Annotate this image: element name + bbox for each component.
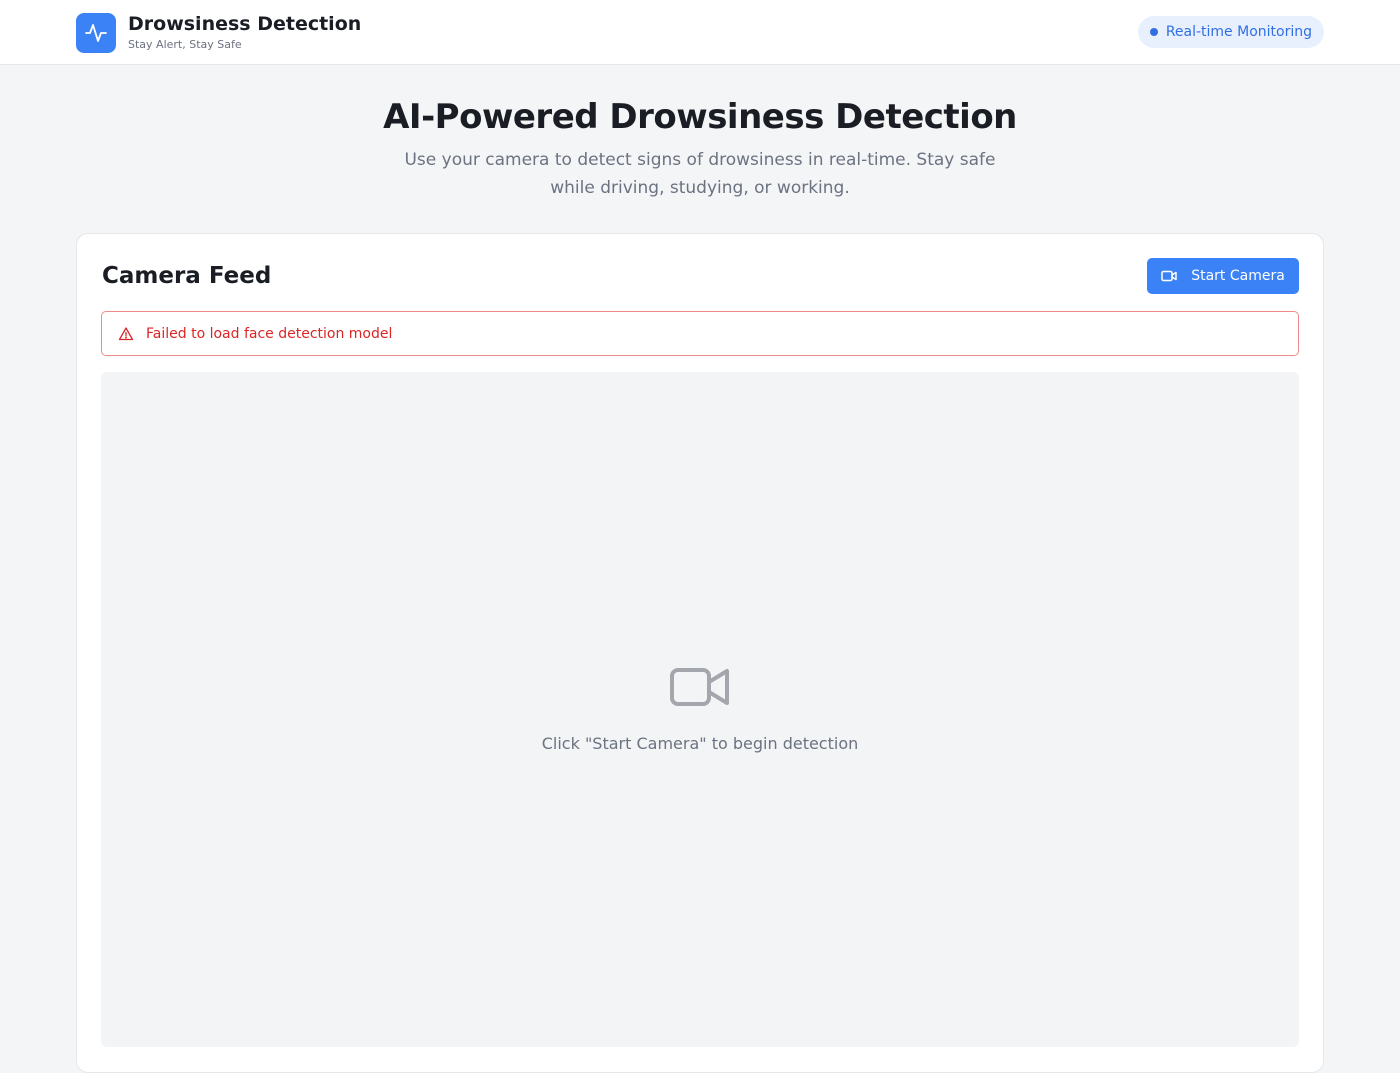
- video-camera-icon: [1161, 270, 1177, 282]
- top-header: Drowsiness Detection Stay Alert, Stay Sa…: [0, 0, 1400, 65]
- page-title: AI-Powered Drowsiness Detection: [383, 97, 1017, 137]
- status-label: Real-time Monitoring: [1165, 24, 1312, 40]
- app-title: Drowsiness Detection: [128, 13, 362, 35]
- brand-text: Drowsiness Detection Stay Alert, Stay Sa…: [128, 12, 361, 53]
- warning-triangle-icon: [118, 326, 134, 342]
- app-tagline: Stay Alert, Stay Safe: [128, 38, 242, 51]
- error-alert: Failed to load face detection model: [101, 311, 1299, 356]
- video-placeholder: Click "Start Camera" to begin detection: [101, 666, 1299, 753]
- placeholder-text: Click "Start Camera" to begin detection: [541, 734, 859, 753]
- camera-feed-card: Camera Feed Start Camera Failed to load …: [76, 233, 1324, 1073]
- start-camera-label: Start Camera: [1191, 268, 1285, 284]
- start-camera-button[interactable]: Start Camera: [1147, 258, 1299, 294]
- status-dot-icon: [1149, 28, 1158, 36]
- status-badge: Real-time Monitoring: [1137, 16, 1324, 48]
- video-preview-area: Click "Start Camera" to begin detection: [101, 372, 1299, 1047]
- video-camera-icon: [669, 666, 731, 712]
- card-title: Camera Feed: [102, 263, 272, 289]
- activity-pulse-icon: [76, 12, 116, 53]
- hero-section: AI-Powered Drowsiness Detection Use your…: [0, 92, 1400, 202]
- brand: Drowsiness Detection Stay Alert, Stay Sa…: [76, 12, 361, 53]
- error-message: Failed to load face detection model: [146, 325, 393, 342]
- page-description: Use your camera to detect signs of drows…: [404, 150, 996, 198]
